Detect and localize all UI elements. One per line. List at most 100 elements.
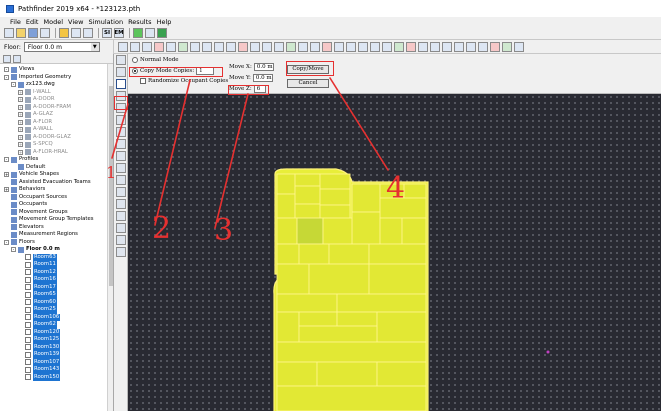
view-tool-icon[interactable] [190,41,200,52]
tree-item[interactable]: + A-GLAZ [0,111,113,119]
tool-icon[interactable] [116,127,126,137]
results-icon[interactable] [157,28,167,38]
move-z-input[interactable]: 6 [253,85,266,93]
view-tool-icon[interactable] [202,41,212,52]
view-tool-icon[interactable] [346,41,356,52]
tree-item[interactable]: - zx123.dwg [0,81,113,89]
tree-item[interactable]: + Vehicle Shapes [0,171,113,179]
menu-simulation[interactable]: Simulation [88,18,123,26]
tool-icon[interactable] [116,151,126,161]
tool-icon[interactable] [116,247,126,257]
tool-icon[interactable] [116,211,126,221]
tree-item[interactable]: Room16 [0,276,113,284]
tree-item[interactable]: Room63 [0,253,113,261]
scrollbar-thumb[interactable] [109,86,113,286]
view-tool-icon[interactable] [310,41,320,52]
view-tool-icon[interactable] [178,41,188,52]
view-tool-icon[interactable] [514,41,524,52]
tree-item[interactable]: Room120 [0,328,113,336]
tree-item[interactable]: Room150 [0,373,113,381]
view-tool-icon[interactable] [418,41,428,52]
tree-item[interactable]: Room106 [0,313,113,321]
view-tool-icon[interactable] [430,41,440,52]
tree-item[interactable]: Elevators [0,224,113,232]
collapse-toggle-icon[interactable]: - [4,157,9,163]
view-tool-icon[interactable] [502,41,512,52]
tree-item[interactable]: Room12 [0,268,113,276]
units-em-button[interactable]: EM [114,28,124,38]
view-tool-icon[interactable] [334,41,344,52]
tree-item[interactable]: Room107 [0,358,113,366]
simulation-settings-icon[interactable] [145,28,155,38]
view-tool-icon[interactable] [394,41,404,52]
tree-item[interactable]: + A-DOOR [0,96,113,104]
import-icon[interactable] [40,28,50,38]
tree-item[interactable]: - Imported Geometry [0,74,113,82]
run-simulation-icon[interactable] [133,28,143,38]
view-tool-icon[interactable] [478,41,488,52]
collapse-toggle-icon[interactable]: - [11,247,16,253]
tool-icon[interactable] [116,139,126,149]
tree-item[interactable]: Movement Groups [0,209,113,217]
tree-item[interactable]: + S-SPCQ [0,141,113,149]
tool-icon[interactable] [116,223,126,233]
tool-icon[interactable] [116,55,126,65]
menu-edit[interactable]: Edit [26,18,39,26]
move-x-input[interactable]: 0.0 m [253,63,274,71]
tree-item[interactable]: - Views [0,66,113,74]
tool-icon[interactable] [116,103,126,113]
undo-icon[interactable] [59,28,69,38]
view-tool-icon[interactable] [274,41,284,52]
tree-item[interactable]: Default [0,164,113,172]
expand-toggle-icon[interactable]: + [18,104,23,110]
copies-input[interactable]: 1 [196,67,215,75]
randomize-checkbox[interactable] [140,78,146,84]
tree-item[interactable]: + A-FLOR-HRAL [0,149,113,157]
expand-toggle-icon[interactable]: + [18,119,23,125]
collapse-toggle-icon[interactable]: - [4,239,9,245]
tree-item[interactable]: Measurement Regions [0,231,113,239]
tree-item[interactable]: + A-DOOR-GLAZ [0,134,113,142]
tool-icon[interactable] [116,187,126,197]
view-tool-icon[interactable] [154,41,164,52]
select-tool-icon[interactable] [116,79,126,89]
redo-icon[interactable] [71,28,81,38]
tree-item[interactable]: - Floor 0.0 m [0,246,113,254]
collapse-icon[interactable] [13,54,21,63]
model-canvas[interactable] [128,94,661,411]
view-tool-icon[interactable] [358,41,368,52]
move-y-input[interactable]: 0.0 m [252,74,273,82]
expand-toggle-icon[interactable]: + [18,112,23,118]
view-tool-icon[interactable] [370,41,380,52]
expand-toggle-icon[interactable]: + [4,187,9,193]
filter-icon[interactable] [3,54,11,63]
tool-icon[interactable] [116,91,126,101]
view-tool-icon[interactable] [238,41,248,52]
view-tool-icon[interactable] [214,41,224,52]
save-icon[interactable] [28,28,38,38]
view-tool-icon[interactable] [454,41,464,52]
tree-item[interactable]: Occupant Sources [0,194,113,202]
expand-toggle-icon[interactable]: + [18,97,23,103]
view-tool-icon[interactable] [322,41,332,52]
collapse-toggle-icon[interactable]: - [4,67,9,73]
tool-icon[interactable] [116,199,126,209]
view-tool-icon[interactable] [130,41,140,52]
copy-mode-radio[interactable] [132,68,138,74]
expand-toggle-icon[interactable]: + [18,134,23,140]
tree-item[interactable]: Room62 [0,321,113,329]
view-tool-icon[interactable] [250,41,260,52]
tree-item[interactable]: Room60 [0,298,113,306]
randomize-option[interactable]: Randomize Occupant Copies [140,78,228,84]
tree-item[interactable]: Room130 [0,343,113,351]
tool-icon[interactable] [116,163,126,173]
expand-toggle-icon[interactable]: + [18,142,23,148]
tree-item[interactable]: + A-WALL [0,126,113,134]
tree-item[interactable]: Occupants [0,201,113,209]
tree-item[interactable]: Assisted Evacuation Teams [0,179,113,187]
expand-toggle-icon[interactable]: + [4,172,9,178]
menu-results[interactable]: Results [128,18,151,26]
collapse-toggle-icon[interactable]: - [11,82,16,88]
expand-toggle-icon[interactable]: + [18,127,23,133]
expand-toggle-icon[interactable]: + [18,149,23,155]
